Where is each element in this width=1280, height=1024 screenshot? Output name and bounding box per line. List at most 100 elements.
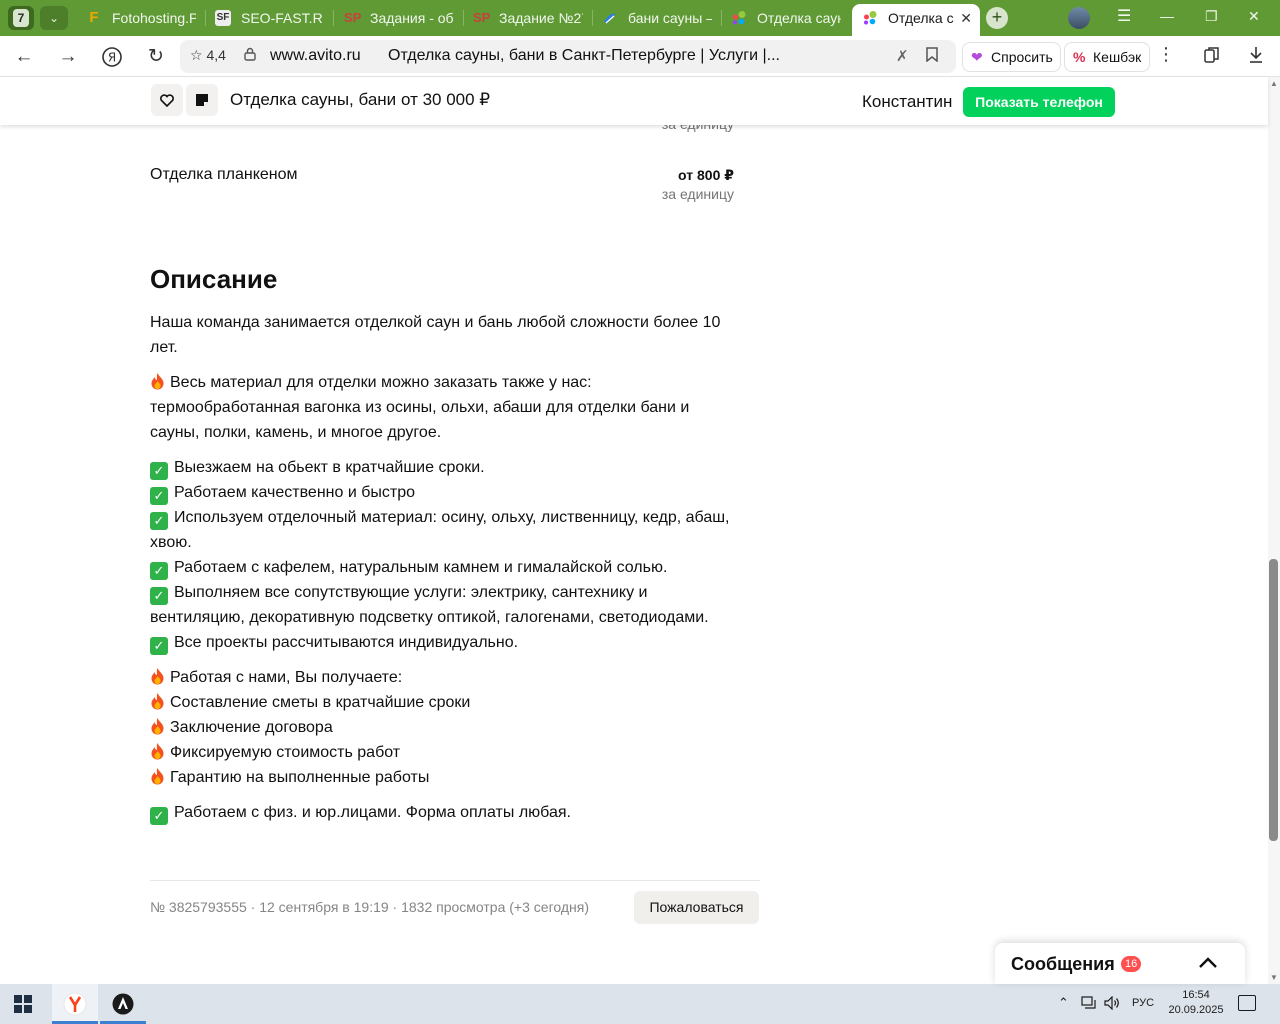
url-field[interactable]: ☆ 4,4 www.avito.ru Отделка сауны, бани в…: [180, 40, 956, 73]
browser-tab[interactable]: SP Задания - общ: [344, 4, 454, 32]
tab-title: Отделка саун: [757, 10, 841, 26]
description-line: лет.: [150, 339, 178, 356]
site-rating-value: 4,4: [206, 47, 226, 63]
tab-counter[interactable]: 7: [8, 6, 34, 30]
check-mark-icon: ✓: [150, 487, 168, 505]
show-phone-button[interactable]: Показать телефон: [963, 87, 1115, 117]
description-line: Фиксируемую стоимость работ: [170, 744, 401, 761]
check-mark-icon: ✓: [150, 637, 168, 655]
tray-chevron-up-icon[interactable]: ⌃: [1058, 995, 1069, 1011]
forward-arrow-icon[interactable]: →: [55, 44, 81, 70]
description-line: Все проекты рассчитываются индивидуально…: [174, 634, 519, 651]
profile-avatar[interactable]: [1068, 7, 1090, 29]
browser-tab[interactable]: SP Задание №27: [473, 4, 583, 32]
tab-title: SEO-FAST.RU: [241, 10, 323, 26]
description-line: Заключение договора: [170, 719, 333, 736]
translate-off-icon[interactable]: ✗: [896, 47, 909, 65]
fire-icon: [150, 717, 165, 735]
clock-time: 16:54: [1182, 989, 1210, 1001]
note-icon[interactable]: [186, 84, 218, 116]
listing-price: от 30 000 ₽: [401, 90, 491, 109]
download-icon[interactable]: [1248, 46, 1264, 69]
description-benefits: Работая с нами, Вы получаете: Составлени…: [150, 665, 762, 790]
tab-title: Задание №27: [499, 10, 583, 26]
more-vertical-icon[interactable]: ⋮: [1157, 44, 1175, 65]
seller-name[interactable]: Константин: [862, 92, 952, 112]
notifications-icon[interactable]: [1238, 995, 1256, 1011]
menu-hamburger-icon[interactable]: ☰: [1117, 6, 1131, 26]
complain-button[interactable]: Пожаловаться: [634, 891, 759, 924]
reload-icon[interactable]: ↻: [143, 44, 169, 70]
ai-app-taskbar-icon[interactable]: [100, 984, 146, 1024]
description-material: Весь материал для отделки можно заказать…: [150, 370, 762, 445]
system-clock[interactable]: 16:54 20.09.2025: [1167, 988, 1225, 1018]
description-line: Работаем с кафелем, натуральным камнем и…: [174, 559, 668, 576]
tab-title: бани сауны –: [628, 10, 712, 26]
sp-favicon-icon: SP: [344, 10, 362, 25]
tab-list-chevron-icon[interactable]: ⌄: [40, 6, 68, 30]
browser-tab-active[interactable]: Отделка са ✕: [852, 4, 980, 36]
bookmark-icon[interactable]: [926, 47, 938, 66]
favorite-heart-icon[interactable]: [151, 84, 183, 116]
messages-widget[interactable]: Сообщения 16: [995, 943, 1245, 984]
new-tab-plus-icon[interactable]: +: [986, 7, 1008, 29]
sticky-listing-header: Отделка сауны, бани от 30 000 ₽ Констант…: [0, 77, 1268, 125]
volume-icon[interactable]: [1104, 995, 1120, 1013]
ask-alice-button[interactable]: ❤ Спросить: [962, 42, 1061, 72]
description-payment: ✓ Работаем с физ. и юр.лицами. Форма опла…: [150, 800, 762, 825]
description-line: Работая с нами, Вы получаете:: [170, 669, 403, 686]
description-intro: Наша команда занимается отделкой саун и …: [150, 310, 762, 360]
lock-icon[interactable]: [244, 47, 256, 64]
cashback-label: Кешбэк: [1093, 49, 1142, 65]
tab-separator: [592, 10, 593, 26]
page-content: за единицу Отделка планкеном от 800 ₽ за…: [0, 77, 1268, 984]
collections-icon[interactable]: [1203, 46, 1221, 69]
close-tab-icon[interactable]: ✕: [960, 4, 972, 32]
fire-icon: [150, 767, 165, 785]
scrollbar-thumb[interactable]: [1269, 559, 1278, 841]
minimize-icon[interactable]: —: [1160, 8, 1174, 24]
restore-icon[interactable]: ❐: [1205, 8, 1218, 25]
description-line: Работаем с физ. и юр.лицами. Форма оплат…: [174, 804, 571, 821]
yandex-home-icon[interactable]: Я: [99, 44, 125, 70]
fire-icon: [150, 742, 165, 760]
avito-favicon-icon: [731, 10, 747, 26]
network-icon[interactable]: [1081, 996, 1097, 1013]
input-language[interactable]: РУС: [1132, 997, 1154, 1009]
browser-tab[interactable]: F Fotohosting.P: [86, 4, 196, 32]
browser-tab[interactable]: SF SEO-FAST.RU: [215, 4, 323, 32]
check-mark-icon: ✓: [150, 462, 168, 480]
address-bar-row: ← → Я ↻ ☆ 4,4 www.avito.ru Отделка сауны…: [0, 36, 1280, 77]
windows-taskbar: ⌃ РУС 16:54 20.09.2025: [0, 984, 1280, 1024]
description-heading: Описание: [150, 264, 278, 294]
browser-tab[interactable]: бани сауны –: [602, 4, 712, 32]
browser-tab[interactable]: Отделка саун: [731, 4, 841, 32]
description-checklist: ✓ Выезжаем на обьект в кратчайшие сроки. …: [150, 455, 762, 655]
tab-separator: [205, 10, 206, 26]
check-mark-icon: ✓: [150, 512, 168, 530]
site-rating[interactable]: ☆ 4,4: [190, 47, 226, 64]
page-scrollbar[interactable]: ▲ ▼: [1268, 77, 1280, 984]
tab-separator: [721, 10, 722, 26]
url-domain: www.avito.ru: [270, 47, 361, 64]
check-mark-icon: ✓: [150, 587, 168, 605]
close-window-icon[interactable]: ✕: [1248, 8, 1260, 25]
tab-separator: [333, 10, 334, 26]
alice-chat-icon: ❤: [971, 49, 983, 65]
tab-title: Fotohosting.P: [112, 10, 196, 26]
scroll-up-arrow-icon[interactable]: ▲: [1270, 79, 1278, 88]
fire-icon: [150, 372, 165, 390]
chevron-up-icon[interactable]: [1198, 949, 1218, 975]
ask-label: Спросить: [991, 49, 1053, 65]
price-item-value: от 800 ₽: [678, 167, 734, 183]
back-arrow-icon[interactable]: ←: [11, 44, 37, 70]
scroll-down-arrow-icon[interactable]: ▼: [1270, 973, 1278, 982]
divider: [150, 880, 760, 881]
cashback-button[interactable]: % Кешбэк: [1064, 42, 1150, 72]
yandex-browser-taskbar-icon[interactable]: [52, 984, 98, 1024]
tab-title: Задания - общ: [370, 10, 454, 26]
price-item-name: Отделка планкеном: [150, 166, 298, 183]
check-mark-icon: ✓: [150, 562, 168, 580]
fire-icon: [150, 667, 165, 685]
windows-start-icon[interactable]: [14, 995, 32, 1013]
